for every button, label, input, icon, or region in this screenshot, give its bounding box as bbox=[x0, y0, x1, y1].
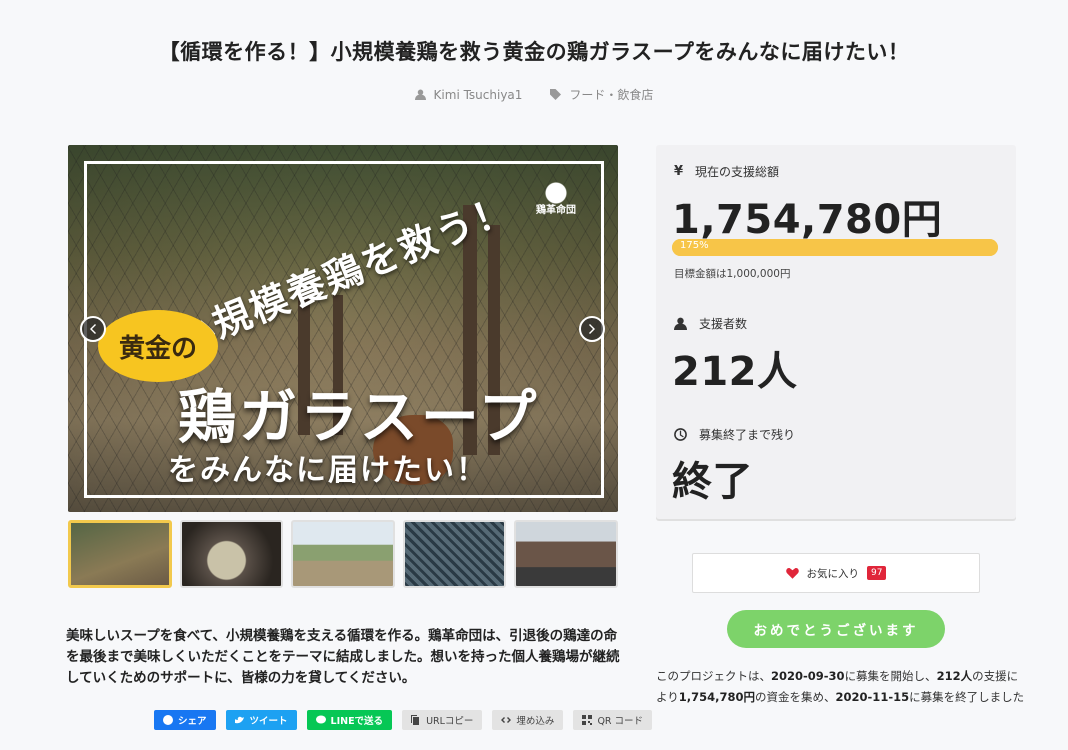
twitter-share-label: ツイート bbox=[249, 716, 288, 727]
progress-bar: 175% bbox=[672, 239, 998, 256]
backers-label-row: 支援者数 bbox=[674, 315, 747, 332]
remaining-label: 募集終了まで残り bbox=[699, 428, 796, 442]
user-icon bbox=[674, 317, 687, 330]
clock-icon bbox=[674, 428, 687, 441]
tag-icon bbox=[550, 89, 562, 100]
progress-bar-fill bbox=[672, 239, 998, 256]
thumbnail-5[interactable] bbox=[514, 520, 618, 588]
facebook-share-label: シェア bbox=[178, 716, 207, 727]
category-name: フード・飲食店 bbox=[569, 88, 654, 102]
url-copy-button[interactable]: URLコピー bbox=[402, 710, 483, 730]
thumbnail-strip bbox=[68, 520, 618, 588]
backers-count: 212人 bbox=[672, 349, 798, 395]
favorite-button[interactable]: お気に入り 97 bbox=[692, 553, 980, 593]
project-description: 美味しいスープを食べて、小規模養鶏を支える循環を作る。鶏革命団は、引退後の鶏達の… bbox=[66, 628, 620, 686]
prev-image-button[interactable] bbox=[80, 316, 106, 342]
project-title: 【循環を作る！】小規模養鶏を救う黄金の鶏ガラスープをみんなに届けたい！ bbox=[158, 40, 910, 64]
favorite-label: お気に入り bbox=[806, 567, 860, 580]
author[interactable]: Kimi Tsuchiya1 bbox=[414, 86, 523, 103]
line-share-label: LINEで送る bbox=[330, 716, 384, 727]
chevron-left-icon bbox=[90, 324, 96, 334]
end-date: 2020-11-15 bbox=[835, 690, 910, 704]
line-icon bbox=[315, 715, 326, 724]
next-image-button[interactable] bbox=[579, 316, 605, 342]
project-meta: Kimi Tsuchiya1 フード・飲食店 bbox=[0, 86, 1068, 103]
summary-text: に募集を開始し、 bbox=[844, 669, 937, 683]
embed-label: 埋め込み bbox=[516, 716, 555, 727]
code-icon bbox=[501, 717, 512, 723]
thumbnail-3[interactable] bbox=[291, 520, 395, 588]
url-copy-label: URLコピー bbox=[426, 716, 474, 727]
total-label-row: ¥ 現在の支援総額 bbox=[674, 163, 779, 180]
heart-icon bbox=[785, 567, 799, 579]
funding-summary: このプロジェクトは、2020-09-30に募集を開始し、212人の支援により1,… bbox=[656, 666, 1026, 708]
qr-code-label: QR コード bbox=[597, 716, 644, 727]
user-icon bbox=[414, 89, 426, 100]
embed-button[interactable]: 埋め込み bbox=[492, 710, 564, 730]
summary-text: の資金を集め、 bbox=[755, 690, 836, 704]
summary-amount: 1,754,780円 bbox=[678, 690, 756, 704]
qr-code-button[interactable]: QR コード bbox=[573, 710, 653, 730]
summary-prefix: このプロジェクトは、 bbox=[656, 669, 771, 683]
summary-backers: 212人 bbox=[936, 669, 973, 683]
facebook-share-button[interactable]: シェア bbox=[154, 710, 216, 730]
hero-headline-3: をみんなに届けたい！ bbox=[168, 453, 488, 488]
qr-code-icon bbox=[582, 715, 593, 725]
backers-label: 支援者数 bbox=[699, 317, 748, 331]
thumbnail-4[interactable] bbox=[402, 520, 507, 588]
total-label: 現在の支援総額 bbox=[695, 165, 780, 179]
favorite-count: 97 bbox=[867, 566, 887, 580]
remaining-value: 終了 bbox=[672, 459, 753, 505]
thumbnail-1[interactable] bbox=[68, 520, 172, 588]
progress-label: 175% bbox=[680, 240, 709, 251]
facebook-icon bbox=[163, 715, 173, 725]
copy-icon bbox=[411, 715, 420, 725]
total-amount: 1,754,780円 bbox=[672, 197, 943, 243]
line-share-button[interactable]: LINEで送る bbox=[306, 710, 393, 730]
author-name: Kimi Tsuchiya1 bbox=[433, 87, 523, 102]
remaining-label-row: 募集終了まで残り bbox=[674, 426, 795, 443]
yen-icon: ¥ bbox=[674, 164, 684, 179]
chevron-right-icon bbox=[589, 324, 595, 334]
share-buttons: シェア ツイート LINEで送る URLコピー 埋め込み QR コード bbox=[154, 710, 653, 730]
twitter-icon bbox=[234, 716, 244, 724]
thumbnail-2[interactable] bbox=[179, 520, 284, 588]
stats-panel: ¥ 現在の支援総額 1,754,780円 175% 目標金額は1,000,000… bbox=[656, 145, 1016, 519]
logo: 鶏革命団 bbox=[528, 173, 584, 223]
start-date: 2020-09-30 bbox=[771, 669, 845, 683]
main-image: 鶏革命団 小規模養鶏を救う！ 黄金の 鶏ガラスープ をみんなに届けたい！ bbox=[68, 145, 618, 512]
category[interactable]: フード・飲食店 bbox=[550, 86, 653, 103]
summary-suffix: に募集を終了しました bbox=[909, 690, 1025, 704]
twitter-share-button[interactable]: ツイート bbox=[225, 710, 297, 730]
goal-amount: 目標金額は1,000,000円 bbox=[674, 268, 791, 280]
congratulations-button[interactable]: おめでとうございます bbox=[727, 610, 945, 648]
hero-headline-2: 鶏ガラスープ bbox=[178, 383, 540, 451]
